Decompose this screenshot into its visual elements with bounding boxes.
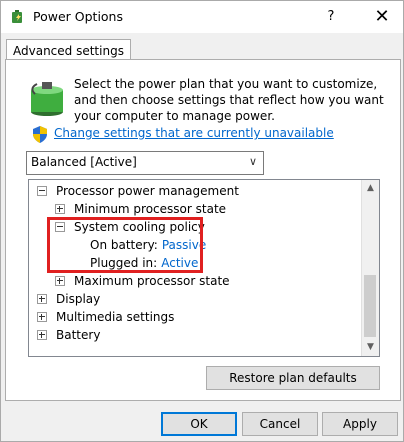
- change-settings-link[interactable]: Change settings that are currently unava…: [54, 126, 334, 140]
- tree-item-multimedia-settings[interactable]: Multimedia settings: [37, 308, 174, 326]
- power-options-icon: [12, 10, 22, 23]
- power-options-window: Power Options ? ✕ Advanced settings Sele…: [0, 0, 404, 442]
- tree-item-label: Display: [56, 292, 101, 306]
- tree-item-maximum-processor-state[interactable]: Maximum processor state: [55, 272, 230, 290]
- chevron-down-icon: ∨: [248, 155, 257, 168]
- tree-item-label: Minimum processor state: [74, 202, 227, 216]
- tree-item-label: Processor power management: [56, 184, 239, 198]
- power-plan-selected: Balanced [Active]: [31, 155, 137, 169]
- scroll-up-icon[interactable]: ▲: [362, 180, 379, 197]
- battery-icon: [31, 82, 63, 116]
- expand-icon[interactable]: [37, 311, 47, 322]
- scroll-down-icon[interactable]: ▼: [362, 339, 379, 356]
- expand-icon[interactable]: [37, 329, 47, 340]
- ok-button[interactable]: OK: [161, 412, 237, 436]
- restore-plan-defaults-button[interactable]: Restore plan defaults: [206, 366, 380, 390]
- tree-item-label: Multimedia settings: [56, 310, 175, 324]
- scrollbar-thumb[interactable]: [364, 275, 376, 337]
- window-title: Power Options: [33, 9, 123, 24]
- power-plan-select[interactable]: Balanced [Active] ∨: [26, 151, 264, 175]
- tree-item-label: Battery: [56, 328, 101, 342]
- tree-item-battery[interactable]: Battery: [37, 326, 100, 344]
- vertical-scrollbar[interactable]: ▲ ▼: [361, 180, 379, 356]
- tree-item-label: Maximum processor state: [74, 274, 230, 288]
- collapse-icon[interactable]: [37, 185, 47, 196]
- apply-button[interactable]: Apply: [322, 412, 398, 436]
- plan-description: Select the power plan that you want to c…: [74, 77, 384, 123]
- cancel-button[interactable]: Cancel: [242, 412, 318, 436]
- highlight-annotation: [47, 217, 203, 273]
- title-bar: Power Options ? ✕: [1, 1, 403, 33]
- expand-icon[interactable]: [55, 203, 65, 214]
- expand-icon[interactable]: [37, 293, 47, 304]
- expand-icon[interactable]: [55, 275, 65, 286]
- help-button[interactable]: ?: [319, 5, 343, 29]
- close-button[interactable]: ✕: [366, 5, 398, 29]
- tree-item-display[interactable]: Display: [37, 290, 100, 308]
- uac-shield-icon: [33, 126, 47, 143]
- tree-item-processor-power-management[interactable]: Processor power management: [37, 182, 239, 200]
- tree-item-minimum-processor-state[interactable]: Minimum processor state: [55, 200, 226, 218]
